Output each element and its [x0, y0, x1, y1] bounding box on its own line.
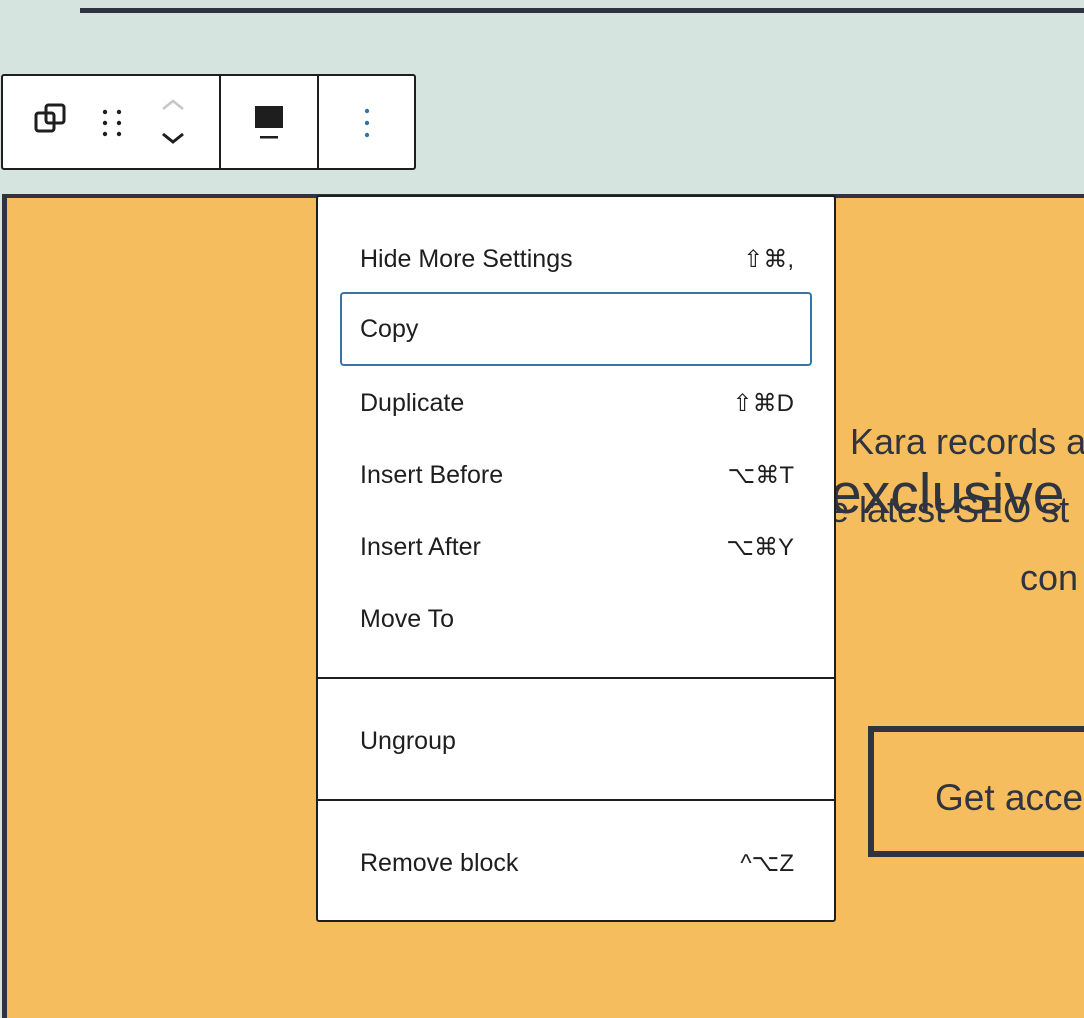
cover-body-line: Kara records a — [850, 421, 1084, 462]
menu-item-shortcut: ⌥⌘Y — [726, 533, 794, 561]
move-up-button[interactable] — [155, 94, 191, 116]
move-down-button[interactable] — [155, 126, 191, 150]
align-block-icon — [255, 106, 283, 139]
menu-item-shortcut: ⇧⌘D — [732, 389, 794, 417]
menu-item-insert-after[interactable]: Insert After ⌥⌘Y — [340, 510, 812, 584]
block-toolbar — [1, 74, 416, 170]
menu-divider — [318, 799, 834, 801]
menu-item-insert-before[interactable]: Insert Before ⌥⌘T — [340, 438, 812, 512]
menu-item-ungroup[interactable]: Ungroup — [340, 704, 812, 778]
change-alignment-button[interactable] — [243, 96, 295, 152]
cover-body-line: con — [1020, 557, 1079, 598]
menu-item-label: Ungroup — [360, 726, 456, 755]
cta-button[interactable]: Get acce — [868, 726, 1084, 857]
toolbar-separator — [317, 76, 319, 168]
menu-item-label: Move To — [360, 604, 455, 633]
menu-divider — [318, 677, 834, 679]
menu-item-shortcut: ⇧⌘, — [743, 245, 794, 273]
menu-item-duplicate[interactable]: Duplicate ⇧⌘D — [340, 366, 812, 440]
menu-item-label: Remove block — [360, 848, 519, 877]
menu-item-label: Duplicate — [360, 388, 465, 417]
menu-item-copy[interactable]: Copy — [340, 292, 812, 366]
menu-item-label: Copy — [360, 314, 419, 343]
toolbar-separator — [219, 76, 221, 168]
menu-item-label: Insert After — [360, 532, 481, 561]
menu-item-hide-more-settings[interactable]: Hide More Settings ⇧⌘, — [340, 222, 812, 296]
duplicate-squares-icon — [34, 103, 66, 133]
chevron-up-icon — [162, 99, 184, 110]
drag-handle[interactable] — [93, 96, 133, 152]
menu-item-move-to[interactable]: Move To — [340, 582, 812, 656]
transform-block-button[interactable] — [25, 96, 81, 152]
menu-item-label: Hide More Settings — [360, 244, 573, 273]
menu-item-remove-block[interactable]: Remove block ^⌥Z — [340, 826, 812, 900]
drag-dots-icon — [102, 109, 122, 137]
menu-item-shortcut: ⌥⌘T — [727, 461, 794, 489]
separator-line — [80, 8, 1084, 13]
options-button[interactable] — [347, 96, 387, 152]
cover-body-line: e latest SEO st — [829, 489, 1070, 530]
more-vertical-icon — [364, 108, 370, 138]
block-options-menu: Hide More Settings ⇧⌘, Copy Duplicate ⇧⌘… — [316, 195, 836, 922]
chevron-down-icon — [162, 132, 184, 144]
menu-item-label: Insert Before — [360, 460, 504, 489]
menu-item-shortcut: ^⌥Z — [740, 849, 794, 877]
